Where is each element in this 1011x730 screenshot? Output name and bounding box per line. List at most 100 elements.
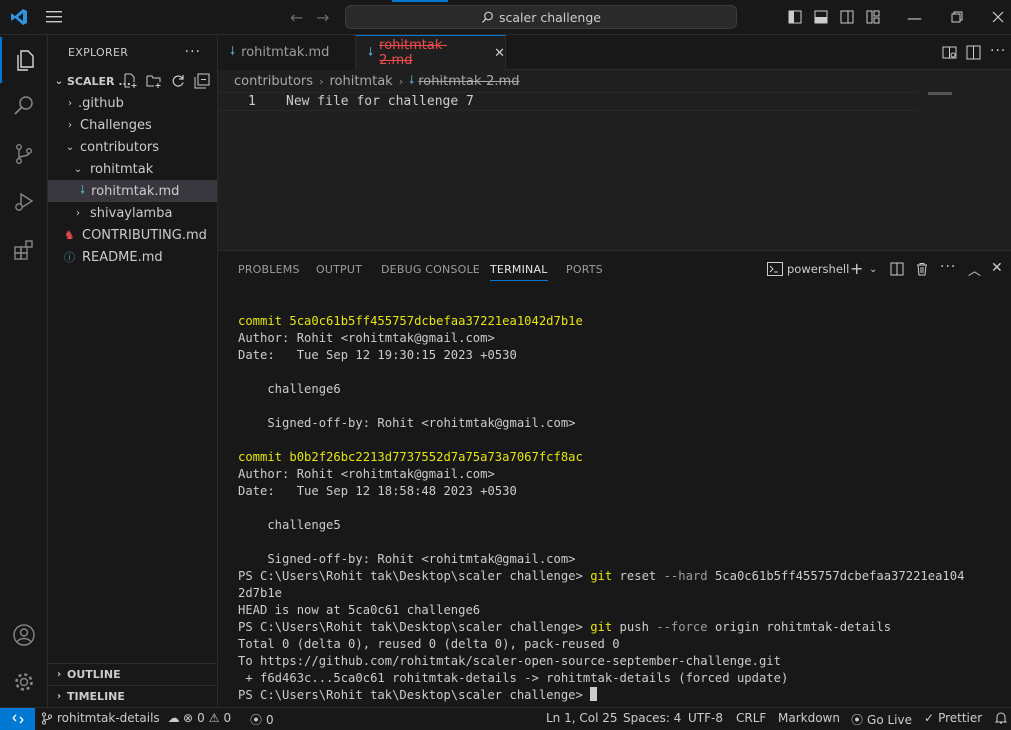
eol-status[interactable]: CRLF [736, 711, 766, 725]
contributing-file-icon: ♞ [64, 228, 75, 242]
terminal-output[interactable]: commit 5ca0c61b5ff455757dcbefaa37221ea10… [238, 313, 998, 704]
settings-gear-icon[interactable] [0, 659, 48, 705]
more-actions-icon[interactable]: ··· [990, 43, 1006, 59]
new-file-icon[interactable] [122, 73, 138, 89]
warning-icon: ⚠ [208, 711, 220, 725]
menu-icon[interactable] [45, 9, 63, 25]
open-preview-icon[interactable] [942, 45, 957, 60]
refresh-icon[interactable] [170, 73, 186, 89]
indentation-status[interactable]: Spaces: 4 [623, 711, 681, 725]
source-control-icon[interactable] [0, 131, 48, 177]
push-remote: To https://github.com/rohitmtak/scaler-o… [238, 654, 781, 668]
tab-rohitmtak-2-md[interactable]: 🠗 rohitmtak-2.md ✕ [356, 35, 506, 70]
status-bar: rohitmtak-details ☁ ⊗ 0 ⚠ 0 ⦿ 0 Ln 1, Co… [0, 707, 1011, 730]
customize-layout-icon[interactable] [866, 10, 880, 24]
git-command: git [590, 569, 613, 583]
info-icon: ⓘ [64, 251, 75, 264]
more-actions-icon[interactable]: ··· [940, 259, 956, 275]
chevron-right-icon: › [319, 74, 324, 88]
maximize-panel-icon[interactable]: ︿ [968, 260, 981, 279]
restore-icon[interactable] [950, 10, 964, 24]
breadcrumb-item[interactable]: rohitmtak [329, 74, 392, 89]
extensions-icon[interactable] [0, 227, 48, 273]
workspace-folder-header[interactable]: ⌄ SCALER ... [48, 70, 217, 92]
tree-item-challenges[interactable]: › Challenges [48, 114, 217, 136]
toggle-secondary-sidebar-icon[interactable] [840, 10, 854, 24]
forward-arrow-icon[interactable]: → [316, 8, 329, 27]
trash-icon[interactable] [915, 262, 929, 276]
branch-status[interactable]: rohitmtak-details ☁ [41, 711, 180, 725]
tree-item-readme-md[interactable]: ⓘ README.md [48, 246, 217, 268]
commit-message: challenge6 [238, 382, 341, 396]
tab-ports[interactable]: PORTS [566, 263, 603, 276]
command-args: push [612, 620, 657, 634]
close-tab-icon[interactable]: ✕ [494, 46, 505, 61]
terminal-cursor[interactable] [590, 687, 598, 701]
double-check-icon: ✓ [924, 711, 935, 725]
search-icon[interactable] [0, 83, 48, 129]
terminal-name[interactable]: powershell [787, 262, 849, 276]
close-window-icon[interactable] [991, 10, 1005, 24]
command-center-search[interactable]: scaler challenge [345, 5, 737, 29]
markdown-file-icon: 🠗 [409, 72, 415, 87]
error-icon: ⊗ [183, 711, 194, 725]
notifications-bell-icon[interactable] [995, 711, 1007, 724]
explorer-icon[interactable] [0, 37, 48, 83]
ports-status[interactable]: ⦿ 0 [250, 711, 274, 728]
close-panel-icon[interactable]: ✕ [991, 260, 1003, 276]
toggle-primary-sidebar-icon[interactable] [788, 10, 802, 24]
tree-item-rohitmtak-folder[interactable]: ⌄ rohitmtak [48, 158, 217, 180]
remote-indicator-icon[interactable] [0, 708, 35, 730]
push-result: + f6d463c...5ca0c61 rohitmtak-details ->… [238, 671, 789, 685]
editor-area[interactable]: 1 New file for challenge 7 [218, 92, 1011, 250]
split-editor-icon[interactable] [966, 45, 981, 60]
run-debug-icon[interactable] [0, 179, 48, 225]
panel-tabs: PROBLEMS OUTPUT DEBUG CONSOLE TERMINAL P… [218, 251, 1011, 287]
tab-rohitmtak-md[interactable]: 🠗 rohitmtak.md [218, 35, 356, 70]
breadcrumb-item[interactable]: contributors [234, 74, 313, 89]
commit-signoff: Signed-off-by: Rohit <rohitmtak@gmail.co… [238, 552, 576, 566]
back-arrow-icon[interactable]: ← [290, 8, 303, 27]
split-terminal-icon[interactable] [890, 262, 904, 276]
line-text[interactable]: New file for challenge 7 [286, 94, 474, 109]
prettier-label: Prettier [938, 711, 983, 725]
prompt: PS C:\Users\Rohit tak\Desktop\scaler cha… [238, 620, 591, 634]
timeline-label: TIMELINE [67, 690, 125, 703]
tree-item-shivaylamba[interactable]: › shivaylamba [48, 202, 217, 224]
tree-item-github[interactable]: › .github [48, 92, 217, 114]
tree-item-contributors[interactable]: ⌄ contributors [48, 136, 217, 158]
tab-problems[interactable]: PROBLEMS [238, 263, 300, 276]
prettier-status[interactable]: ✓ Prettier [924, 711, 982, 725]
outline-section[interactable]: › OUTLINE [48, 663, 218, 685]
tab-debug-console[interactable]: DEBUG CONSOLE [381, 263, 480, 276]
editor-line[interactable]: 1 New file for challenge 7 [218, 92, 918, 111]
cursor-position[interactable]: Ln 1, Col 25 [546, 711, 618, 725]
breadcrumb-item[interactable]: rohitmtak-2.md [418, 74, 519, 89]
markdown-file-icon: 🠗 [80, 182, 86, 197]
chevron-right-icon: › [56, 669, 62, 680]
tree-item-rohitmtak-md[interactable]: 🠗 rohitmtak.md [48, 180, 217, 202]
tab-output[interactable]: OUTPUT [316, 263, 362, 276]
command-args-wrap: 2d7b1e [238, 586, 283, 600]
chevron-right-icon: › [398, 74, 404, 88]
minimap[interactable] [928, 92, 952, 95]
commit-hash: commit 5ca0c61b5ff455757dcbefaa37221ea10… [238, 314, 583, 328]
new-folder-icon[interactable] [146, 73, 162, 89]
terminal-icon [767, 262, 783, 276]
branch-name: rohitmtak-details [57, 711, 160, 725]
go-live-button[interactable]: ⦿ Go Live [851, 711, 912, 728]
tree-item-contributing-md[interactable]: ♞ CONTRIBUTING.md [48, 224, 217, 246]
toggle-panel-icon[interactable] [814, 10, 828, 24]
new-terminal-icon[interactable]: + [850, 259, 863, 278]
collapse-all-icon[interactable] [194, 73, 210, 89]
explorer-more-icon[interactable]: ··· [185, 44, 201, 60]
problems-status[interactable]: ⊗ 0 ⚠ 0 [183, 711, 231, 725]
commit-author: Author: Rohit <rohitmtak@gmail.com> [238, 467, 495, 481]
chevron-down-icon[interactable]: ⌄ [869, 264, 877, 275]
account-icon[interactable] [0, 612, 48, 658]
encoding-status[interactable]: UTF-8 [688, 711, 723, 725]
tab-terminal[interactable]: TERMINAL [490, 263, 548, 281]
timeline-section[interactable]: › TIMELINE [48, 685, 218, 707]
language-mode[interactable]: Markdown [778, 711, 840, 725]
minimize-icon[interactable]: — [907, 9, 922, 27]
